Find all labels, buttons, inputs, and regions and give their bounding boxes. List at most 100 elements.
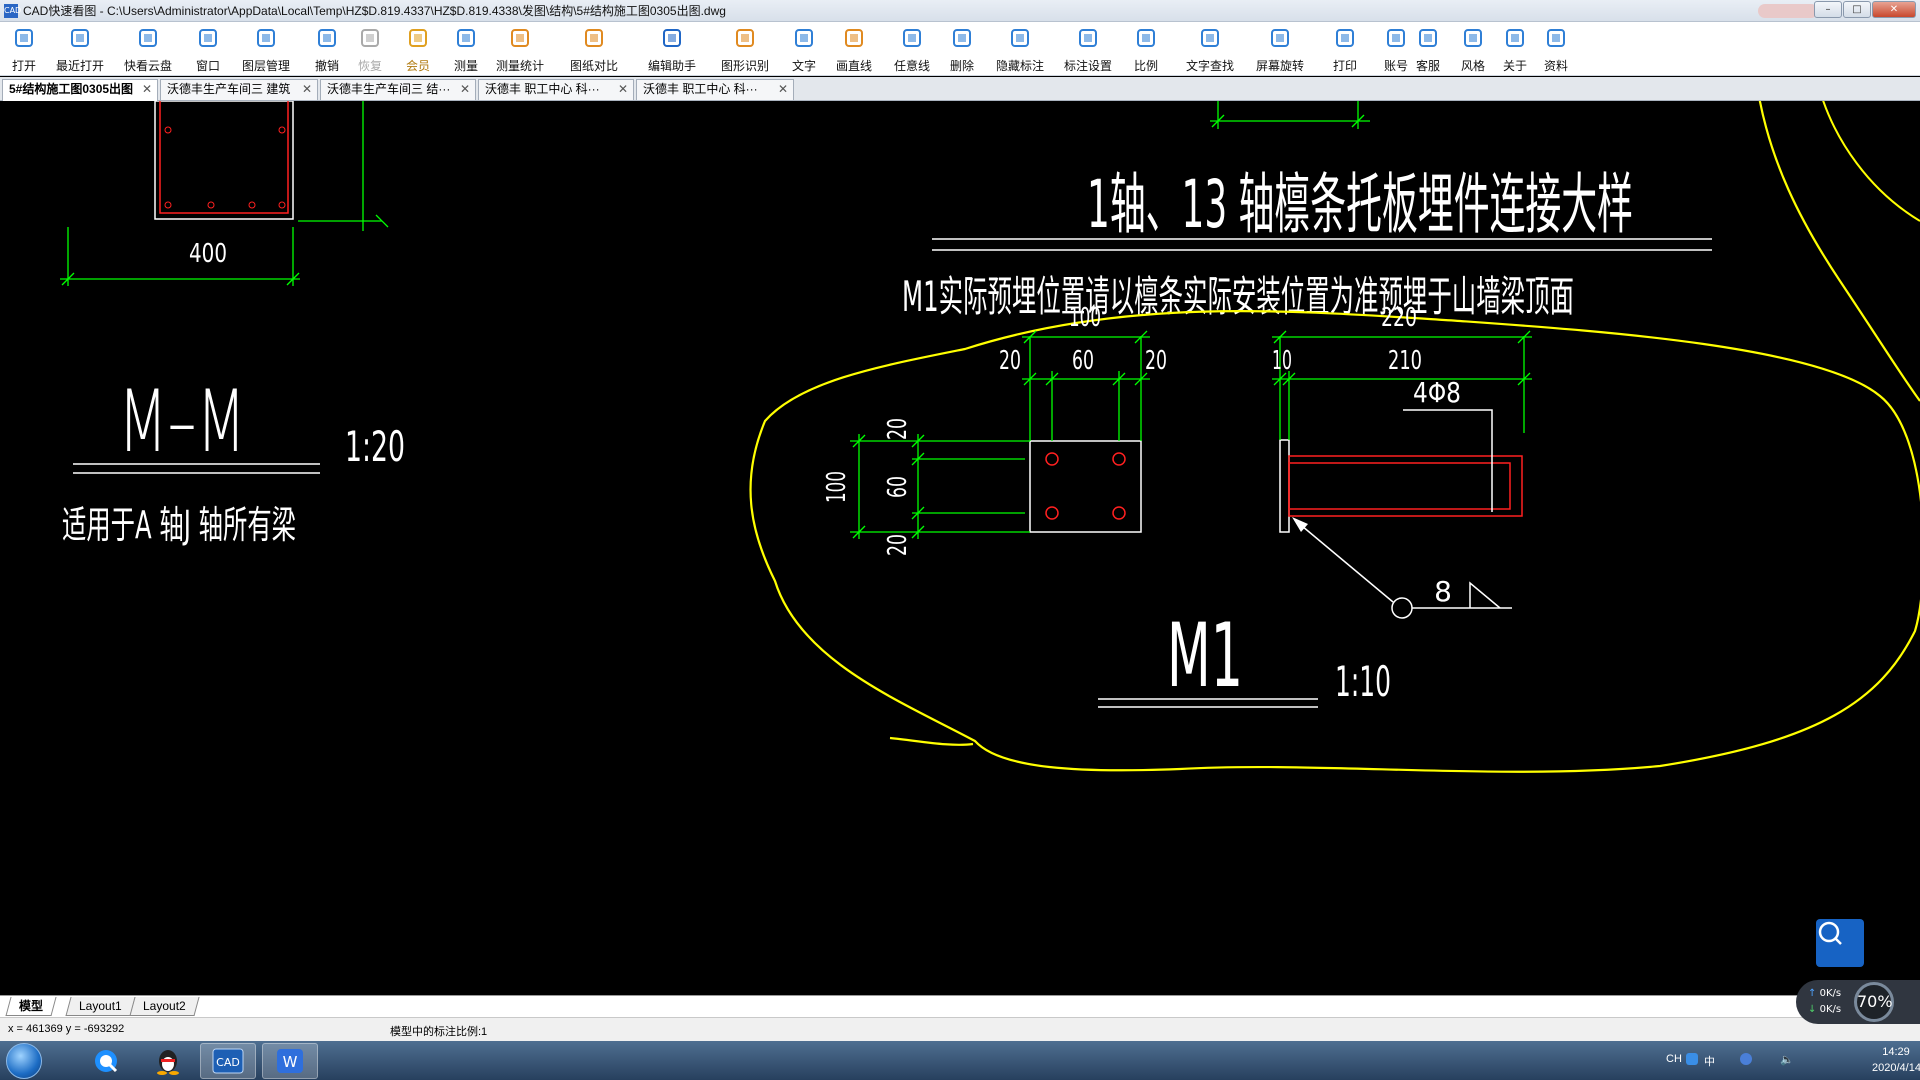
- toolbar-button-measure[interactable]: 测量: [448, 24, 484, 74]
- minimize-button[interactable]: –: [1814, 1, 1842, 18]
- document-tab[interactable]: 沃德丰生产车间三 建筑 ✕: [160, 79, 318, 100]
- layout-tab-label: 模型: [19, 999, 44, 1013]
- rebar-dot: [278, 201, 286, 209]
- main-toolbar: 打开 最近打开 快看云盘 窗口 图层管理 撤销 恢复 会员 测量 测量统计 图纸对比 编辑助手 图形识别…: [0, 22, 1920, 76]
- toolbar-button-undo[interactable]: 撤销: [309, 24, 345, 74]
- rotate-screen-icon: [1268, 26, 1292, 50]
- document-tab[interactable]: 沃德丰 职工中心 科··· ✕: [478, 79, 634, 100]
- document-tab[interactable]: 沃德丰 职工中心 科··· ✕: [636, 79, 794, 100]
- zoom-search-button[interactable]: [1816, 919, 1864, 967]
- toolbar-button-edit-assistant[interactable]: 编辑助手: [642, 24, 702, 74]
- ime-indicator[interactable]: 中: [1704, 1053, 1715, 1069]
- toolbar-button-measure-stats[interactable]: 测量统计: [490, 24, 550, 74]
- toolbar-button-label: 会员: [405, 59, 430, 73]
- toolbar-button-annotation-settings[interactable]: 标注设置: [1058, 24, 1118, 74]
- toolbar-button-pen[interactable]: 任意线: [887, 24, 937, 74]
- toolbar-button-redo[interactable]: 恢复: [352, 24, 388, 74]
- weld-size-label: 8: [1434, 575, 1452, 608]
- taskbar-qq[interactable]: [140, 1043, 196, 1079]
- headset-icon: [1416, 26, 1440, 50]
- close-tab-icon[interactable]: ✕: [302, 80, 312, 99]
- toolbar-button-label: 打印: [1332, 59, 1357, 73]
- toolbar-button-label: 任意线: [893, 59, 930, 73]
- system-tray: CH 中 🔈 14:29 2020/4/14: [1660, 1041, 1920, 1080]
- toolbar-button-label: 图形识别: [720, 59, 769, 73]
- dim-side-bottom: 20: [883, 534, 913, 556]
- help-tray-icon[interactable]: [1740, 1053, 1752, 1065]
- document-tab-label: 沃德丰生产车间三 结···: [327, 82, 451, 96]
- toolbar-button-label: 撤销: [314, 59, 339, 73]
- close-tab-icon[interactable]: ✕: [618, 80, 628, 99]
- toolbar-button-compare[interactable]: 图纸对比: [564, 24, 624, 74]
- rebar-dot: [164, 126, 172, 134]
- toolbar-button-scale[interactable]: 比例: [1128, 24, 1164, 74]
- taskbar-browser[interactable]: [78, 1043, 134, 1079]
- toolbar-button-info[interactable]: 关于: [1497, 24, 1533, 74]
- toolbar-button-label: 账号: [1383, 59, 1408, 73]
- document-tab[interactable]: 沃德丰生产车间三 结··· ✕: [320, 79, 476, 100]
- toolbar-button-print[interactable]: 打印: [1327, 24, 1363, 74]
- close-tab-icon[interactable]: ✕: [460, 80, 470, 99]
- start-button[interactable]: [6, 1043, 42, 1079]
- dim-side-mid: 60: [883, 476, 913, 498]
- toolbar-button-window-fit[interactable]: 窗口: [190, 24, 226, 74]
- toolbar-button-label: 文字查找: [1185, 59, 1234, 73]
- anchor-hole: [1112, 506, 1126, 520]
- layout-tab-label: Layout1: [79, 999, 122, 1013]
- network-speed-widget[interactable]: ↑ 0K/s ↓ 0K/s 70%: [1796, 980, 1920, 1024]
- toolbar-button-label: 标注设置: [1063, 59, 1112, 73]
- toolbar-button-headset[interactable]: 客服: [1410, 24, 1446, 74]
- toolbar-button-text-search[interactable]: 文字查找: [1180, 24, 1240, 74]
- rebar-dot: [164, 201, 172, 209]
- taskbar-wps[interactable]: W: [262, 1043, 318, 1079]
- drawing-canvas[interactable]: 400 M–M 1:20 适用于A 轴J 轴所有梁 1轴、13 轴檩条托板埋件连…: [0, 101, 1920, 995]
- language-indicator[interactable]: CH: [1666, 1053, 1682, 1065]
- toolbar-button-label: 编辑助手: [647, 59, 696, 73]
- toolbar-button-cloud[interactable]: 快看云盘: [118, 24, 178, 74]
- search-tray-icon[interactable]: [1686, 1053, 1698, 1065]
- close-tab-icon[interactable]: ✕: [142, 80, 152, 99]
- promo-badge[interactable]: [1758, 4, 1818, 18]
- toolbar-button-label: 恢复: [357, 59, 382, 73]
- toolbar-button-line[interactable]: 画直线: [829, 24, 879, 74]
- toolbar-button-account[interactable]: 账号: [1378, 24, 1414, 74]
- toolbar-button-shape-recognition[interactable]: 图形识别: [715, 24, 775, 74]
- toolbar-button-history[interactable]: 最近打开: [50, 24, 110, 74]
- toolbar-button-folder-open[interactable]: 打开: [6, 24, 42, 74]
- layout-tab[interactable]: Layout1: [65, 997, 136, 1016]
- compare-icon: [582, 26, 606, 50]
- taskbar-cad-viewer[interactable]: CAD: [200, 1043, 256, 1079]
- rebar-dot: [248, 201, 256, 209]
- maximize-button[interactable]: □: [1843, 1, 1871, 18]
- close-button[interactable]: ✕: [1872, 1, 1916, 18]
- cad-drawing: 400 M–M 1:20 适用于A 轴J 轴所有梁 1轴、13 轴檩条托板埋件连…: [60, 101, 1920, 773]
- detail-title: M1: [1167, 604, 1243, 707]
- windows-taskbar: CAD W CH 中 🔈 14:29 2020/4/14: [0, 1041, 1920, 1080]
- close-tab-icon[interactable]: ✕: [778, 80, 788, 99]
- toolbar-button-layers[interactable]: 图层管理: [236, 24, 296, 74]
- toolbar-button-label: 窗口: [195, 59, 220, 73]
- toolbar-button-rotate-screen[interactable]: 屏幕旋转: [1250, 24, 1310, 74]
- layout-tab[interactable]: Layout2: [129, 997, 200, 1016]
- svg-text:CAD: CAD: [216, 1056, 240, 1069]
- anchor-hole: [1045, 452, 1059, 466]
- dim-hole-spacing: 60: [1072, 346, 1094, 376]
- layout-tab[interactable]: 模型: [5, 997, 57, 1016]
- layers-icon: [254, 26, 278, 50]
- clock[interactable]: 14:29 2020/4/14: [1872, 1044, 1920, 1076]
- toolbar-button-style[interactable]: 风格: [1455, 24, 1491, 74]
- volume-icon[interactable]: 🔈: [1780, 1053, 1794, 1066]
- document-tab[interactable]: 5#结构施工图0305出图 ✕: [2, 79, 158, 101]
- wps-icon: W: [277, 1049, 303, 1073]
- upload-speed: 0K/s: [1819, 988, 1842, 999]
- toolbar-button-hide-annotation[interactable]: 隐藏标注: [990, 24, 1050, 74]
- dim-400-label: 400: [189, 239, 227, 269]
- dim-side-top: 20: [883, 418, 913, 440]
- title-bar: CAD CAD快速看图 - C:\Users\Administrator\App…: [0, 0, 1920, 22]
- toolbar-button-resources[interactable]: 资料: [1538, 24, 1574, 74]
- toolbar-button-eraser[interactable]: 删除: [944, 24, 980, 74]
- download-arrow-icon: ↓: [1808, 1004, 1817, 1015]
- toolbar-button-text[interactable]: 文字: [786, 24, 822, 74]
- toolbar-button-vip[interactable]: 会员: [400, 24, 436, 74]
- dim-left-edge: 20: [999, 346, 1021, 376]
